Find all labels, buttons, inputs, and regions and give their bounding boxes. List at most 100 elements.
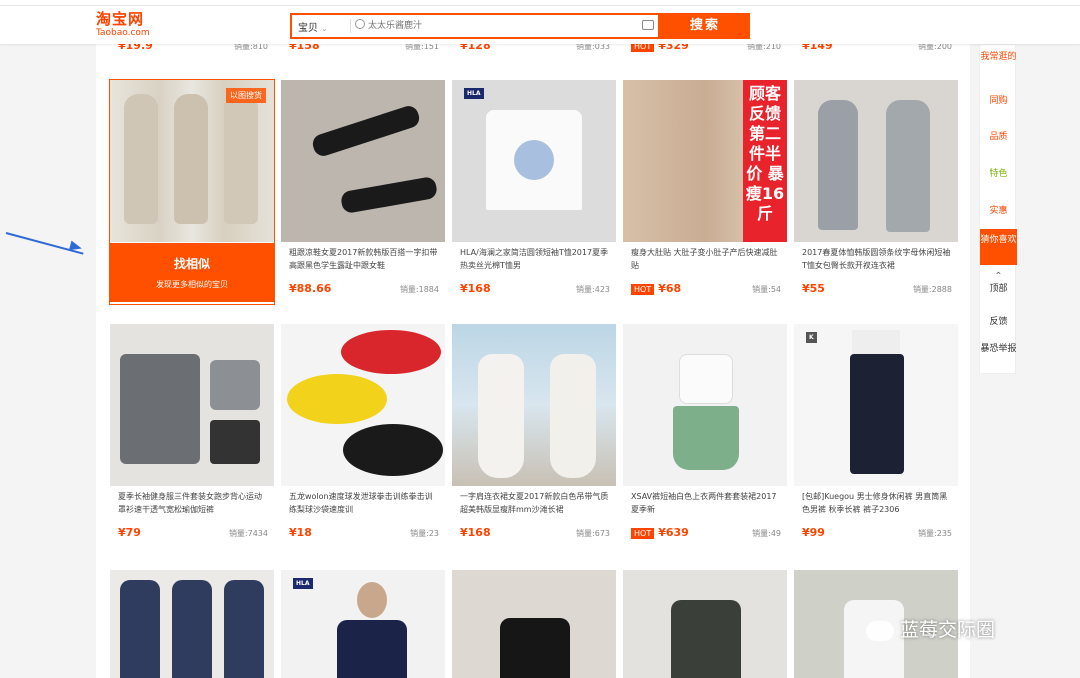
product-title[interactable]: 粗跟凉鞋女夏2017新款韩版百搭一字扣带高跟黑色学生露趾中跟女鞋 <box>289 246 439 274</box>
product-title[interactable]: 2017春夏体恤韩版圆领条纹字母休闲短袖T恤女包臀长款开衩连衣裙 <box>802 246 952 274</box>
model-figure <box>886 100 930 232</box>
product-card[interactable]: HLA HLA/海澜之家简洁圆领短袖T恤2017夏季热卖丝光棉T恤男 ¥168 … <box>452 80 616 304</box>
product-title[interactable]: HLA/海澜之家简洁圆领短袖T恤2017夏季热卖丝光棉T恤男 <box>460 246 610 274</box>
product-image[interactable] <box>794 80 958 242</box>
product-image[interactable]: 以图搜货 <box>110 80 274 242</box>
dress-shape <box>478 354 524 478</box>
find-similar-subtitle[interactable]: 发现更多相似的宝贝 <box>110 279 274 290</box>
product-card[interactable]: 一字肩连衣裙女夏2017新款白色吊带气质超美韩版显瘦胖mm沙滩长裙 ¥168 销… <box>452 324 616 548</box>
product-image[interactable] <box>623 324 787 486</box>
model-figure <box>124 94 158 224</box>
wechat-icon <box>866 620 894 641</box>
product-card[interactable]: K [包邮]Kuegou 男士修身休闲裤 男直筒黑色男裤 秋季长裤 裤子2306… <box>794 324 958 548</box>
sidebar-item-value[interactable]: 实惠 <box>980 205 1017 217</box>
divider <box>350 19 351 33</box>
product-image[interactable] <box>452 570 616 678</box>
price: ¥55 <box>802 282 825 295</box>
sidebar-item-feedback[interactable]: 反馈 <box>980 316 1017 328</box>
logo-cn: 淘宝网 <box>96 10 145 28</box>
price: ¥88.66 <box>289 282 332 295</box>
tshirt-print <box>514 140 554 180</box>
product-card-hovered[interactable]: 以图搜货 找相似 发现更多相似的宝贝 <box>109 79 275 305</box>
find-similar-button[interactable]: 找相似 <box>110 255 274 272</box>
right-sidebar: 我常逛的 同购 品质 特色 实惠 猜你喜欢 ⌃ 顶部 反馈 暴恐举报 <box>979 44 1017 374</box>
sidebar-item-featured[interactable]: 特色 <box>980 168 1017 180</box>
sidebar-item-recommend[interactable]: 猜你喜欢 <box>980 229 1017 265</box>
product-title[interactable]: 一字肩连衣裙女夏2017新款白色吊带气质超美韩版显瘦胖mm沙滩长裙 <box>460 490 610 518</box>
product-image[interactable] <box>281 80 445 242</box>
sales-count: 销量:23 <box>410 529 439 538</box>
search-button[interactable]: 搜索 <box>660 13 750 39</box>
dress-shape <box>120 580 160 678</box>
product-title[interactable]: 瘦身大肚贴 大肚子变小肚子产后快速减肚贴 <box>631 246 781 274</box>
top-shape <box>500 618 570 678</box>
sidebar-item-top[interactable]: 顶部 <box>980 283 1017 295</box>
product-title[interactable]: XSAV裤短袖白色上衣两件套套装裙2017夏季新 <box>631 490 781 518</box>
search-scope-label: 宝贝 <box>298 23 318 34</box>
product-title[interactable]: [包邮]Kuegou 男士修身休闲裤 男直筒黑色男裤 秋季长裤 裤子2306 <box>802 490 952 518</box>
price: ¥18 <box>289 526 312 539</box>
product-card[interactable]: 顾客反馈第二件半价 暴瘦16斤 瘦身大肚贴 大肚子变小肚子产后快速减肚贴 HOT… <box>623 80 787 304</box>
product-title[interactable]: 夏季长袖健身服三件套装女跑步背心运动罩衫速干透气宽松瑜伽短裤 <box>118 490 268 518</box>
product-image[interactable] <box>110 570 274 678</box>
skirt-shape <box>673 406 739 470</box>
ball-red <box>341 330 441 374</box>
product-image[interactable]: K <box>794 324 958 486</box>
product-image[interactable]: HLA <box>452 80 616 242</box>
image-search-badge[interactable]: 以图搜货 <box>226 88 266 103</box>
product-card[interactable]: XSAV裤短袖白色上衣两件套套装裙2017夏季新 HOT ¥639 销量:49 <box>623 324 787 548</box>
sales-count: 销量:1884 <box>399 285 439 294</box>
product-card[interactable]: 粗跟凉鞋女夏2017新款韩版百搭一字扣带高跟黑色学生露趾中跟女鞋 ¥88.66 … <box>281 80 445 304</box>
shoe-shape <box>339 175 439 215</box>
ball-black <box>343 424 443 476</box>
product-card[interactable]: 五龙wolon速度球发泄球拳击训练拳击训练梨球沙袋速度训 ¥18 销量:23 <box>281 324 445 548</box>
product-card[interactable]: 夏季长袖健身服三件套装女跑步背心运动罩衫速干透气宽松瑜伽短裤 ¥79 销量:74… <box>110 324 274 548</box>
search-icon <box>355 19 365 29</box>
price-value: ¥639 <box>658 526 689 539</box>
product-card[interactable] <box>452 570 616 678</box>
hot-badge: HOT <box>631 528 655 539</box>
watermark-text: 蓝莓交际圈 <box>900 619 996 641</box>
product-card[interactable]: HLA <box>281 570 445 678</box>
sales-count: 销量:7434 <box>228 529 268 538</box>
product-image[interactable] <box>452 324 616 486</box>
logo-en: Taobao.com <box>96 28 150 38</box>
top-shape <box>210 360 260 410</box>
shorts-shape <box>210 420 260 464</box>
chevron-up-icon[interactable]: ⌃ <box>980 271 1017 283</box>
tshirt-shape <box>337 620 407 678</box>
shoe-shape <box>310 103 422 159</box>
sales-count: 销量:673 <box>576 529 610 538</box>
price: ¥168 <box>460 526 491 539</box>
brand-logo: HLA <box>464 88 484 99</box>
price-value: ¥68 <box>658 282 682 295</box>
product-card[interactable]: 2017春夏体恤韩版圆领条纹字母休闲短袖T恤女包臀长款开衩连衣裙 ¥55 销量:… <box>794 80 958 304</box>
find-similar-panel[interactable]: 找相似 发现更多相似的宝贝 <box>110 243 274 302</box>
product-image[interactable]: 顾客反馈第二件半价 暴瘦16斤 <box>623 80 787 242</box>
product-image[interactable]: HLA <box>281 570 445 678</box>
product-card[interactable] <box>623 570 787 678</box>
sidebar-item-quality[interactable]: 品质 <box>980 131 1017 143</box>
product-card[interactable] <box>110 570 274 678</box>
sidebar-item-frequent[interactable]: 我常逛的 <box>980 51 1017 63</box>
search-scope-select[interactable]: 宝贝 ⌄ <box>298 19 328 34</box>
product-image[interactable] <box>281 324 445 486</box>
sales-count: 销量:49 <box>752 529 781 538</box>
product-image[interactable] <box>623 570 787 678</box>
blouse-shape <box>679 354 733 404</box>
trousers-shape <box>850 354 904 474</box>
header: 淘宝网 Taobao.com 宝贝⌄ 搜索 <box>0 6 1080 44</box>
dress-shape <box>224 580 264 678</box>
sidebar-item-report[interactable]: 暴恐举报 <box>980 343 1017 355</box>
product-image[interactable] <box>110 324 274 486</box>
product-grid: ¥19.9 销量:810 ¥158 销量:151 ¥128 销量:033 HOT ¥32… <box>96 39 970 678</box>
search-input[interactable] <box>368 17 618 35</box>
price: ¥168 <box>460 282 491 295</box>
sales-count: 销量:2888 <box>912 285 952 294</box>
camera-icon[interactable] <box>642 20 654 30</box>
product-title[interactable]: 五龙wolon速度球发泄球拳击训练拳击训练梨球沙袋速度训 <box>289 490 439 518</box>
dress-shape <box>172 580 212 678</box>
taobao-logo[interactable]: 淘宝网 Taobao.com <box>96 11 166 41</box>
sidebar-item-same[interactable]: 同购 <box>980 95 1017 107</box>
price: ¥99 <box>802 526 825 539</box>
